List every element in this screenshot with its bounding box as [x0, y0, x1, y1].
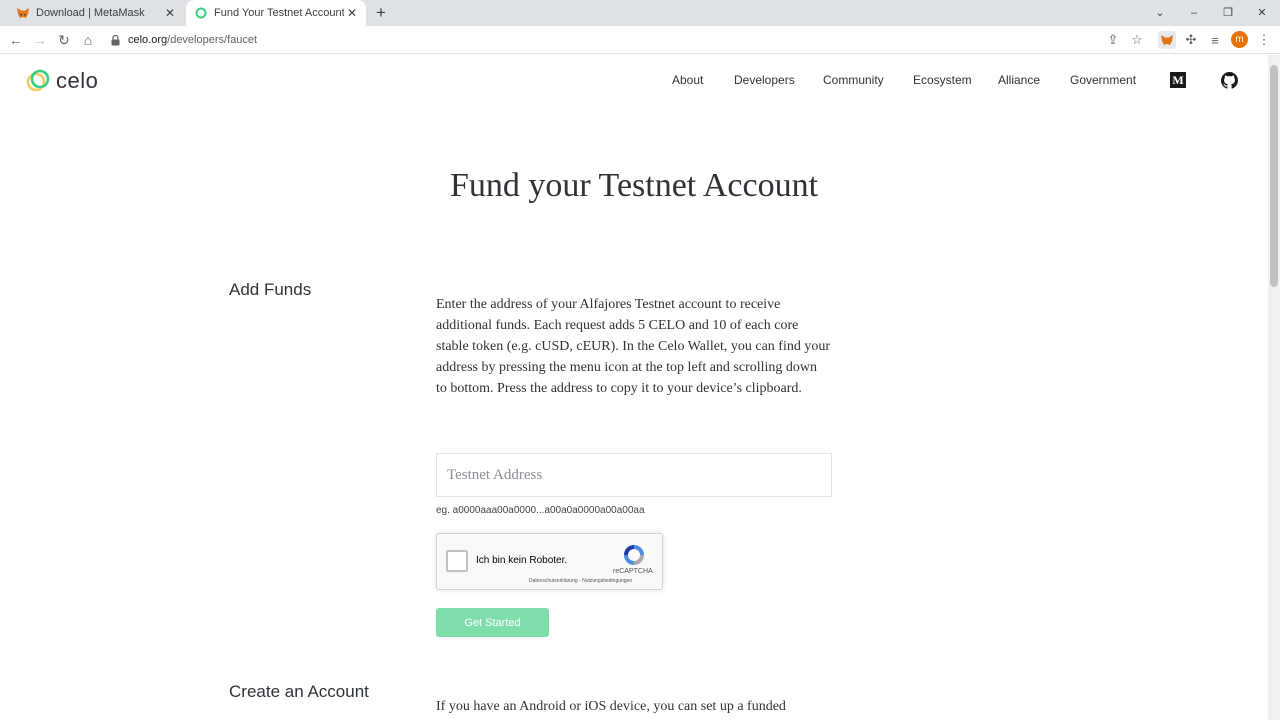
medium-icon[interactable]: M [1170, 72, 1186, 88]
section-label-create-account: Create an Account [229, 682, 369, 701]
metamask-extension-icon[interactable] [1158, 31, 1176, 49]
browser-tabstrip: Download | MetaMask ✕ Fund Your Testnet … [0, 0, 1280, 26]
recaptcha-widget: Ich bin kein Roboter. reCAPTCHA Datensch… [436, 533, 663, 590]
home-icon[interactable]: ⌂ [79, 31, 97, 49]
nav-alliance[interactable]: Alliance [998, 73, 1040, 87]
tab-close-icon[interactable]: ✕ [344, 5, 360, 21]
nav-developers[interactable]: Developers [734, 73, 795, 87]
back-arrow-icon[interactable]: ← [7, 31, 25, 49]
url-domain: celo.org [128, 34, 168, 46]
url-path: /developers/faucet [167, 34, 258, 46]
reading-list-icon[interactable]: ≡ [1206, 31, 1224, 49]
scrollbar-thumb[interactable] [1270, 65, 1278, 287]
address-bar[interactable]: celo.org/developers/faucet [108, 29, 1158, 51]
tab-title: Fund Your Testnet Account [214, 7, 344, 19]
tab-title: Download | MetaMask [36, 7, 145, 19]
nav-ecosystem[interactable]: Ecosystem [913, 73, 972, 87]
new-tab-plus-icon[interactable]: + [372, 4, 390, 22]
celo-logo[interactable]: celo [26, 68, 98, 94]
metamask-fox-icon [16, 6, 30, 20]
kebab-menu-icon[interactable]: ⋮ [1255, 31, 1273, 49]
address-example-hint: eg. a0000aaa00a0000...a00a0a0000a00a00aa [436, 505, 645, 516]
tab-metamask-download[interactable]: Download | MetaMask ✕ [8, 0, 184, 26]
tab-fund-testnet[interactable]: Fund Your Testnet Account ✕ [186, 0, 366, 26]
create-account-description: If you have an Android or iOS device, yo… [436, 699, 786, 714]
nav-community[interactable]: Community [823, 73, 884, 87]
browser-toolbar: ← → ↻ ⌂ celo.org/developers/faucet ⇪ ☆ ✣… [0, 26, 1280, 54]
celo-favicon-icon [194, 6, 208, 20]
page-scrollbar[interactable] [1268, 55, 1280, 720]
tab-close-icon[interactable]: ✕ [162, 5, 178, 21]
logo-text: celo [56, 68, 99, 93]
bookmark-star-icon[interactable]: ☆ [1128, 31, 1146, 49]
get-started-button[interactable]: Get Started [436, 608, 549, 637]
page-title: Fund your Testnet Account [449, 167, 819, 204]
recaptcha-logo-icon [624, 545, 644, 565]
recaptcha-label: Ich bin kein Roboter. [476, 555, 568, 566]
extensions-puzzle-icon[interactable]: ✣ [1182, 31, 1200, 49]
github-icon[interactable] [1221, 72, 1238, 89]
celo-logo-icon [26, 69, 50, 92]
add-funds-description: Enter the address of your Alfajores Test… [436, 297, 831, 396]
testnet-address-input[interactable] [436, 453, 832, 497]
share-icon[interactable]: ⇪ [1104, 31, 1122, 49]
restore-icon[interactable]: ❐ [1218, 4, 1238, 22]
recaptcha-privacy-terms-links[interactable]: Datenschutzerklärung - Nutzungsbedingung… [529, 578, 632, 584]
recaptcha-brand: reCAPTCHA [613, 568, 653, 575]
nav-about[interactable]: About [672, 73, 703, 87]
nav-government[interactable]: Government [1070, 73, 1136, 87]
lock-icon [108, 33, 122, 47]
tab-search-chevron-icon[interactable]: ⌄ [1150, 4, 1170, 22]
section-label-add-funds: Add Funds [229, 280, 312, 299]
recaptcha-checkbox[interactable] [446, 550, 468, 572]
minimize-icon[interactable]: – [1184, 4, 1204, 22]
reload-icon[interactable]: ↻ [55, 31, 73, 49]
close-window-icon[interactable]: ✕ [1252, 4, 1272, 22]
profile-avatar[interactable]: m [1231, 31, 1248, 48]
forward-arrow-icon[interactable]: → [31, 31, 49, 49]
page-viewport: celo About Developers Community Ecosyste… [0, 55, 1268, 720]
